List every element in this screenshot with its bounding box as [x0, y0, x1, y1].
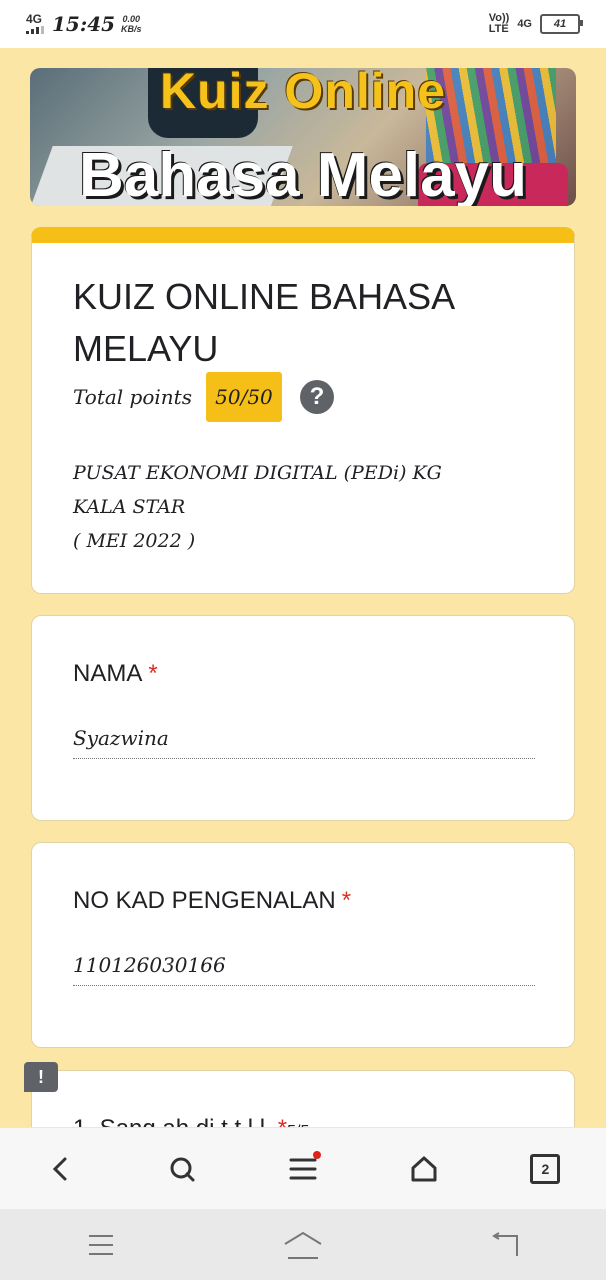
alert-icon[interactable]: !: [24, 1062, 58, 1092]
answer-text-ic[interactable]: 110126030166: [73, 953, 226, 977]
form-description: PUSAT EKONOMI DIGITAL (PEDi) KG KALA STA…: [73, 462, 442, 552]
answer-underline: [73, 985, 535, 986]
home-icon[interactable]: [394, 1139, 454, 1199]
browser-toolbar: 2: [0, 1127, 606, 1210]
total-points: Total points 50/50 ?: [73, 372, 334, 422]
signal-icon: 4G: [26, 13, 46, 34]
notification-dot: [312, 1151, 321, 1159]
back-icon[interactable]: [475, 1215, 535, 1275]
required-marker: *: [341, 887, 352, 914]
back-icon[interactable]: [31, 1139, 91, 1199]
question-card-nama: NAMA * Syazwina: [31, 615, 575, 821]
question-label: NAMA *: [73, 660, 158, 687]
tab-count: 2: [530, 1154, 561, 1184]
tabs-icon[interactable]: 2: [515, 1139, 575, 1199]
help-icon[interactable]: ?: [299, 380, 334, 414]
answer-underline: [73, 758, 535, 759]
battery-level: 41: [553, 18, 567, 30]
banner-title: Kuiz Online: [160, 68, 446, 119]
form-title: KUIZ ONLINE BAHASA MELAYU: [73, 276, 454, 369]
menu-icon[interactable]: [273, 1139, 333, 1199]
volte-indicator: Vo)) LTE: [488, 12, 510, 35]
network-type: 4G: [517, 17, 532, 30]
network-speed: 0.00 KB/s: [121, 14, 142, 34]
search-icon[interactable]: [152, 1139, 212, 1199]
clock: 15:45: [52, 12, 116, 36]
home-icon[interactable]: [273, 1215, 333, 1275]
question-card-ic: NO KAD PENGENALAN * 110126030166: [31, 842, 575, 1048]
form-header-card: KUIZ ONLINE BAHASA MELAYU Total points 5…: [31, 227, 575, 594]
banner-subtitle: Bahasa Melayu: [79, 141, 527, 206]
battery-icon: 41: [540, 14, 583, 34]
required-marker: *: [148, 660, 158, 687]
header-banner: Kuiz Online Bahasa Melayu: [30, 68, 576, 206]
answer-text-nama[interactable]: Syazwina: [73, 726, 169, 750]
question-label: NO KAD PENGENALAN *: [73, 887, 352, 914]
recents-icon[interactable]: [71, 1215, 131, 1275]
status-bar: 4G 15:45 0.00 KB/s Vo)) LTE 4G 41: [0, 0, 606, 48]
system-navigation-bar: [0, 1209, 606, 1280]
points-badge: 50/50: [205, 372, 282, 422]
points-label: Total points: [73, 385, 192, 409]
